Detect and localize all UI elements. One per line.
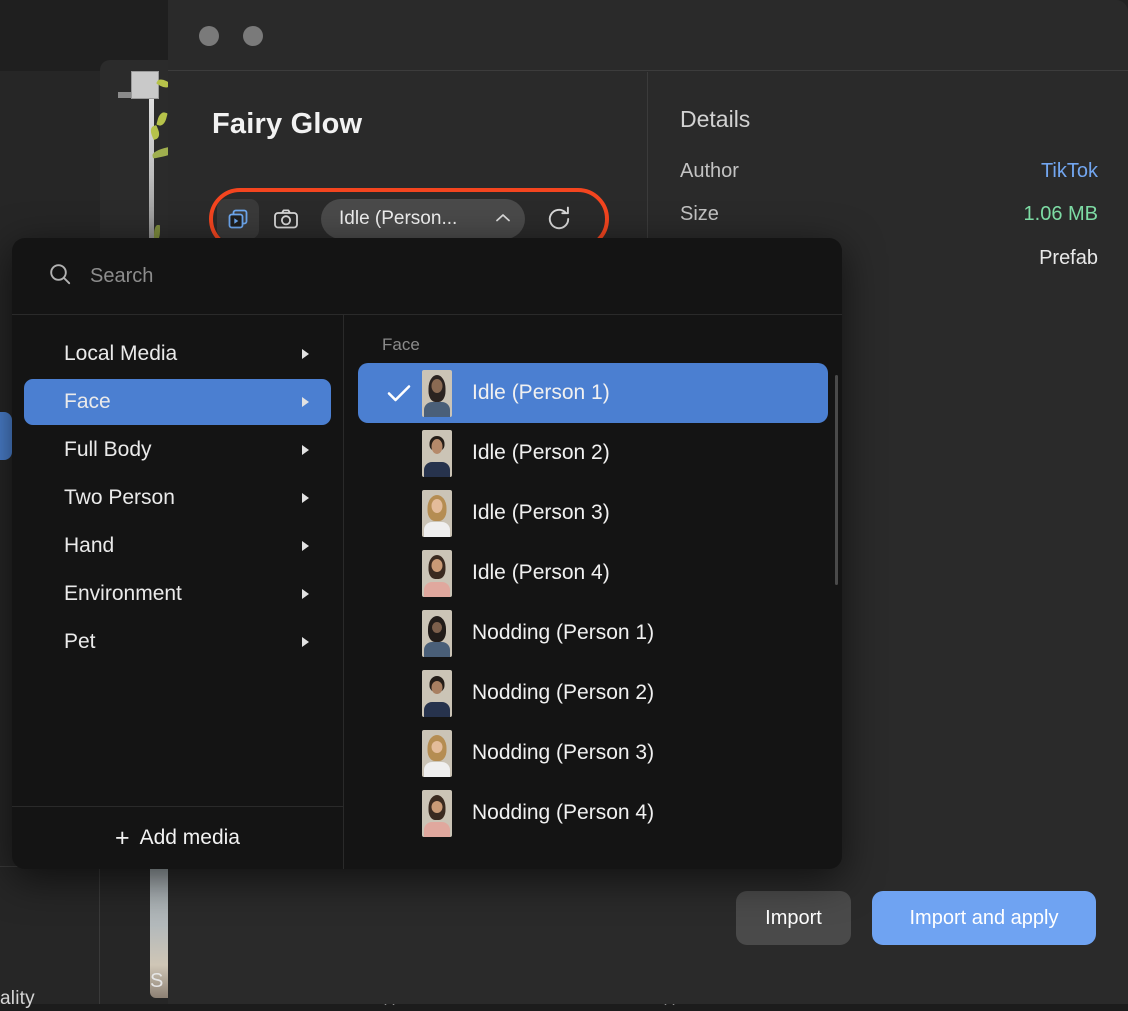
list-item-label: Nodding (Person 3) (472, 741, 654, 765)
list-item[interactable]: Nodding (Person 2) (358, 663, 828, 723)
check-icon (376, 383, 422, 403)
list-item-label: Idle (Person 1) (472, 381, 610, 405)
avatar (422, 430, 452, 477)
avatar (422, 370, 452, 417)
avatar (422, 610, 452, 657)
list-item[interactable]: Idle (Person 1) (358, 363, 828, 423)
host-thumbnail-label: S (150, 970, 163, 993)
detail-row-author: Author TikTok (680, 160, 1098, 183)
avatar (422, 790, 452, 837)
chevron-right-icon (302, 637, 309, 647)
detail-key: Size (680, 203, 719, 226)
category-item-full-body[interactable]: Full Body (24, 427, 331, 473)
chevron-right-icon (302, 445, 309, 455)
list-item-label: Nodding (Person 4) (472, 801, 654, 825)
category-label: Two Person (64, 486, 175, 510)
category-label: Local Media (64, 342, 177, 366)
host-app-selected-chip[interactable] (0, 412, 12, 460)
category-item-environment[interactable]: Environment (24, 571, 331, 617)
page-title: Fairy Glow (212, 108, 362, 141)
close-button[interactable] (199, 26, 219, 46)
preview-toolbar: Idle (Person... (217, 195, 581, 243)
category-list: Local Media Face Full Body Two Person Ha… (12, 315, 343, 806)
details-title: Details (680, 106, 750, 133)
category-label: Face (64, 390, 111, 414)
avatar (422, 490, 452, 537)
animation-select[interactable]: Idle (Person... (321, 199, 525, 239)
list-item[interactable]: Nodding (Person 1) (358, 603, 828, 663)
plant-stem-graphic (149, 80, 154, 240)
chevron-right-icon (302, 541, 309, 551)
avatar (422, 730, 452, 777)
category-item-hand[interactable]: Hand (24, 523, 331, 569)
refresh-icon[interactable] (537, 199, 581, 239)
window-footer: Import Import and apply (168, 869, 1128, 1004)
chevron-right-icon (302, 493, 309, 503)
chevron-right-icon (302, 349, 309, 359)
plus-icon: + (115, 826, 130, 851)
search-bar (12, 238, 842, 315)
category-column: Local Media Face Full Body Two Person Ha… (12, 315, 344, 869)
chevron-right-icon (302, 589, 309, 599)
list-item-label: Nodding (Person 1) (472, 621, 654, 645)
host-quality-label: ality (0, 988, 35, 1010)
avatar (422, 550, 452, 597)
host-divider-vertical (99, 866, 100, 1004)
chevron-right-icon (302, 397, 309, 407)
add-media-label: Add media (140, 826, 240, 850)
list-item[interactable]: Idle (Person 4) (358, 543, 828, 603)
list-section-header: Face (358, 329, 828, 363)
category-item-local-media[interactable]: Local Media (24, 331, 331, 377)
list-item-label: Nodding (Person 2) (472, 681, 654, 705)
category-label: Pet (64, 630, 96, 654)
list-item[interactable]: Idle (Person 2) (358, 423, 828, 483)
detail-value-size: 1.06 MB (1024, 203, 1098, 226)
detail-value-type: Prefab (1039, 247, 1098, 270)
plant-node-graphic (131, 71, 159, 99)
chevron-up-icon (495, 210, 511, 228)
window-titlebar (168, 0, 1128, 71)
category-item-face[interactable]: Face (24, 379, 331, 425)
animation-list-column: Face Idle (Person 1) (344, 315, 842, 869)
list-item-label: Idle (Person 4) (472, 561, 610, 585)
detail-value-author[interactable]: TikTok (1041, 160, 1098, 183)
minimize-button[interactable] (243, 26, 263, 46)
avatar (422, 670, 452, 717)
list-item[interactable]: Nodding (Person 4) (358, 783, 828, 843)
search-icon (48, 262, 72, 291)
category-item-pet[interactable]: Pet (24, 619, 331, 665)
detail-key: Author (680, 160, 739, 183)
category-item-two-person[interactable]: Two Person (24, 475, 331, 521)
animation-select-label: Idle (Person... (339, 208, 457, 230)
category-label: Full Body (64, 438, 152, 462)
camera-icon[interactable] (265, 199, 307, 239)
import-button[interactable]: Import (736, 891, 851, 945)
search-input[interactable] (90, 265, 806, 288)
category-label: Hand (64, 534, 114, 558)
add-media-button[interactable]: + Add media (12, 806, 343, 869)
list-item-label: Idle (Person 2) (472, 441, 610, 465)
list-item-label: Idle (Person 3) (472, 501, 610, 525)
popover-body: Local Media Face Full Body Two Person Ha… (12, 315, 842, 869)
category-label: Environment (64, 582, 182, 606)
detail-row-size: Size 1.06 MB (680, 203, 1098, 226)
list-scrollbar[interactable] (835, 375, 838, 585)
list-item[interactable]: Idle (Person 3) (358, 483, 828, 543)
import-and-apply-button[interactable]: Import and apply (872, 891, 1096, 945)
list-item[interactable]: Nodding (Person 3) (358, 723, 828, 783)
video-stack-icon[interactable] (217, 199, 259, 239)
animation-picker-popover: Local Media Face Full Body Two Person Ha… (12, 238, 842, 869)
